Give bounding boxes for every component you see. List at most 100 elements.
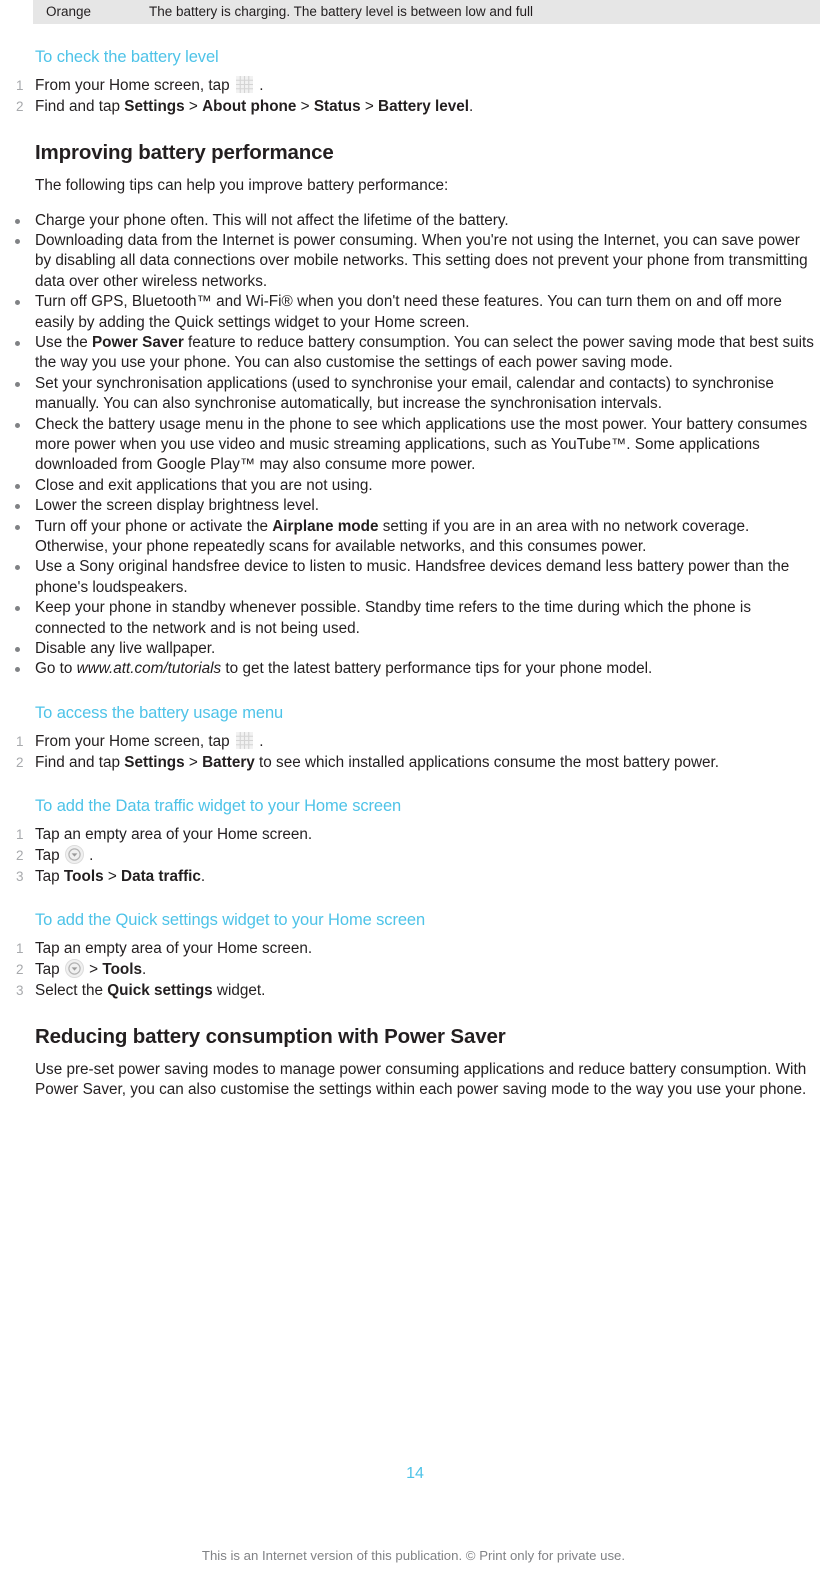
list-item: Check the battery usage menu in the phon… [8,415,819,476]
step-number: 1 [16,940,24,956]
list-item: 2 Tap > Tools. [8,958,819,980]
step-number: 2 [16,961,24,977]
tip-text: Downloading data from the Internet is po… [35,231,808,290]
step-text: Tap [35,867,64,885]
tip-text: Close and exit applications that you are… [35,476,373,494]
path-separator: > [296,98,314,115]
tip-text: Use a Sony original handsfree device to … [35,558,790,596]
menu-path-status: Status [313,98,361,115]
tip-text: Keep your phone in standby whenever poss… [35,599,751,637]
app-grid-icon[interactable] [235,76,253,93]
step-number: 2 [16,99,24,114]
bullet-icon [15,483,20,489]
procedure-steps-battery-usage-menu: 1 From your Home screen, tap . 2 Find an… [8,731,819,773]
step-text: Find and tap [35,753,125,771]
tip-text: Disable any live wallpaper. [35,640,216,658]
app-grid-icon[interactable] [235,731,253,749]
path-separator: > [360,98,379,115]
list-item: 1 Tap an empty area of your Home screen. [8,938,819,959]
feature-name-power-saver: Power Saver [91,333,184,351]
menu-path-settings: Settings [124,753,185,771]
step-number: 2 [16,754,24,770]
procedure-heading-add-quick-settings-widget: To add the Quick settings widget to your… [35,910,426,929]
list-item: Go to www.att.com/tutorials to get the l… [8,659,819,679]
path-separator: > [184,753,203,771]
bullet-icon [15,300,20,306]
step-number: 1 [16,826,24,842]
tip-text: Turn off GPS, Bluetooth™ and Wi-Fi® when… [35,293,782,331]
table-row: Orange The battery is charging. The batt… [33,0,820,24]
step-text: From your Home screen, tap [35,77,234,94]
bullet-icon [15,422,20,428]
list-item: 3 Select the Quick settings widget. [8,980,819,1001]
step-text-suffix: . [89,846,94,864]
bullet-icon [15,504,20,510]
list-item: 1 From your Home screen, tap . [8,75,819,96]
bullet-icon [15,238,20,244]
step-number: 2 [16,847,24,863]
menu-path-about-phone: About phone [202,98,297,115]
bullet-icon [15,218,20,224]
step-text: Tap [35,960,64,978]
path-separator: > [89,960,103,978]
list-item: Turn off GPS, Bluetooth™ and Wi-Fi® when… [8,292,819,333]
list-item: Use the Power Saver feature to reduce ba… [8,333,819,374]
step-text-suffix: . [142,960,147,978]
menu-path-battery: Battery [202,753,255,771]
add-widget-circle-icon[interactable] [64,958,84,978]
step-text: Find and tap [35,98,125,115]
procedure-heading-add-data-traffic-widget: To add the Data traffic widget to your H… [35,796,402,815]
tip-text: Lower the screen display brightness leve… [35,497,319,515]
page-number: 14 [406,1465,424,1482]
tip-text: Go to [35,660,77,678]
list-item: 2 Find and tap Settings > About phone > … [8,96,819,117]
list-item: Downloading data from the Internet is po… [8,231,819,292]
bullet-icon [15,340,20,346]
tutorials-url: www.att.com/tutorials [76,660,222,678]
step-number: 1 [16,733,24,749]
page-body: To check the battery level 1 From your H… [0,24,827,1101]
list-item: Disable any live wallpaper. [8,639,819,659]
setting-name-airplane-mode: Airplane mode [272,517,379,535]
list-item: 1 Tap an empty area of your Home screen. [8,824,819,845]
list-item: Close and exit applications that you are… [8,476,819,496]
list-item: Set your synchronisation applications (u… [8,374,819,415]
add-widget-circle-icon[interactable] [64,844,84,864]
bullet-icon [15,667,20,673]
menu-path-settings: Settings [124,98,185,115]
list-item: 2 Tap . [8,844,819,866]
list-item: Keep your phone in standby whenever poss… [8,598,819,639]
path-separator: > [103,867,122,885]
list-item: Turn off your phone or activate the Airp… [8,517,819,558]
tip-text: Use the [35,333,92,351]
list-item: 1 From your Home screen, tap . [8,731,819,752]
step-text-suffix: . [200,867,206,885]
section-body-power-saver: Use pre-set power saving modes to manage… [35,1060,807,1099]
bullet-icon [15,647,20,653]
tip-text: Turn off your phone or activate the [35,517,273,535]
bullet-icon [15,381,20,387]
path-separator: > [184,98,203,115]
menu-path-battery-level: Battery level [378,98,469,115]
step-text-suffix: . [259,732,264,750]
menu-path-tools: Tools [63,867,104,885]
widget-name-quick-settings: Quick settings [107,981,213,999]
procedure-steps-add-data-traffic-widget: 1 Tap an empty area of your Home screen.… [8,824,819,887]
tip-text: Check the battery usage menu in the phon… [35,415,808,474]
list-item: Charge your phone often. This will not a… [8,211,819,231]
step-text: Tap [35,846,64,864]
step-text: From your Home screen, tap [35,732,234,750]
procedure-steps-check-battery-level: 1 From your Home screen, tap . 2 Find an… [8,75,819,117]
step-number: 3 [16,982,24,998]
battery-tips-list: Charge your phone often. This will not a… [8,211,819,680]
tip-text-suffix: to get the latest battery performance ti… [221,660,653,678]
list-item: Use a Sony original handsfree device to … [8,557,819,598]
